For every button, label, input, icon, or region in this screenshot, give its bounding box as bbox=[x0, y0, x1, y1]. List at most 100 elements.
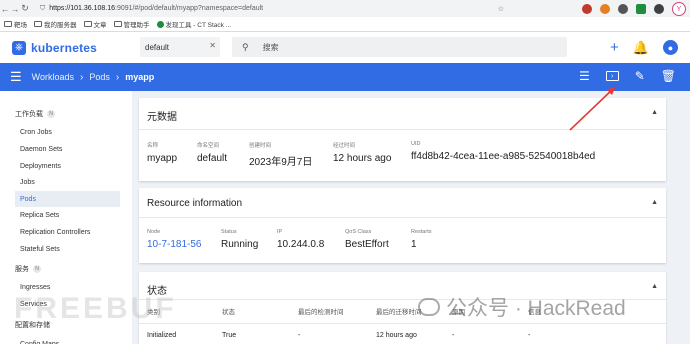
collapse-icon[interactable]: ▲ bbox=[651, 199, 658, 206]
bookmarks-bar: 靶场 我的服务器 文章 管理助手 发现工具 - CT Stack ... bbox=[0, 17, 690, 32]
field-uid: UID ff4d8b42-4cea-11ee-a985-52540018b4ed bbox=[411, 141, 595, 162]
sidebar-item-replication-controllers[interactable]: Replication Controllers bbox=[17, 224, 122, 240]
card-title: 元数据 bbox=[147, 112, 177, 123]
sidebar-item-daemon-sets[interactable]: Daemon Sets bbox=[17, 141, 122, 157]
field-label: Node bbox=[147, 229, 161, 235]
security-icon: ⛉ bbox=[40, 4, 46, 12]
bookmark-item[interactable]: 文章 bbox=[83, 19, 107, 29]
chevron-right-icon: › bbox=[115, 71, 120, 83]
folder-icon bbox=[4, 21, 12, 27]
address-field[interactable]: ⛉ https://101.36.108.16 :9091/#/pod/defa… bbox=[40, 5, 263, 13]
search-input[interactable]: ⚲ 搜索 bbox=[232, 37, 567, 57]
extension-icon[interactable] bbox=[636, 4, 646, 14]
field-value: 12 hours ago bbox=[333, 153, 392, 164]
bookmark-label: 发现工具 - CT Stack ... bbox=[165, 22, 232, 29]
annotation-arrow bbox=[569, 86, 616, 131]
extension-icon[interactable] bbox=[600, 4, 610, 14]
collapse-icon[interactable]: ▲ bbox=[651, 109, 658, 116]
breadcrumb-workloads[interactable]: Workloads bbox=[32, 72, 74, 82]
bell-icon[interactable]: 🔔 bbox=[633, 40, 649, 56]
table-cell: Initialized bbox=[147, 332, 177, 339]
folder-icon bbox=[83, 21, 92, 27]
collapse-icon[interactable]: ▲ bbox=[651, 283, 658, 290]
bookmark-star-icon[interactable]: ☆ bbox=[498, 5, 504, 13]
namespace-badge: N bbox=[33, 265, 41, 273]
extension-icon[interactable] bbox=[582, 4, 592, 14]
sidebar-item-cron-jobs[interactable]: Cron Jobs bbox=[17, 124, 122, 140]
field-value: BestEffort bbox=[345, 239, 389, 250]
column-header-last-transition: 最后的迁移时间 bbox=[376, 309, 422, 316]
sidebar-item-pods[interactable]: Pods bbox=[15, 191, 120, 207]
breadcrumb-current: myapp bbox=[125, 72, 155, 82]
table-cell: True bbox=[222, 332, 237, 339]
browser-url-bar: ← → ↻ ⛉ https://101.36.108.16 :9091/#/po… bbox=[0, 0, 690, 17]
extension-icon[interactable] bbox=[654, 4, 664, 14]
table-cell: - bbox=[298, 332, 301, 339]
field-node: Node 10-7-181-56 bbox=[147, 229, 201, 250]
card-title: Resource information bbox=[147, 198, 243, 209]
logs-icon[interactable]: ☰ bbox=[579, 69, 590, 83]
field-name: 名称 myapp bbox=[147, 141, 177, 164]
edit-icon[interactable]: ✎ bbox=[635, 69, 645, 83]
field-status: Status Running bbox=[221, 229, 258, 250]
create-icon[interactable]: + bbox=[610, 39, 619, 56]
namespace-badge: N bbox=[47, 110, 55, 118]
url-path: :9091/#/pod/default/myapp?namespace=defa… bbox=[115, 5, 264, 12]
sidebar-item-replica-sets[interactable]: Replica Sets bbox=[17, 207, 122, 223]
user-avatar-icon[interactable]: ● bbox=[663, 40, 678, 55]
exec-shell-icon[interactable]: › bbox=[605, 71, 619, 81]
field-created: 创建时间 2023年9月7日 bbox=[249, 141, 312, 168]
field-label: Status bbox=[221, 229, 237, 235]
bookmark-label: 管理助手 bbox=[123, 22, 150, 29]
table-cell: - bbox=[452, 332, 455, 339]
field-label: 名称 bbox=[147, 143, 159, 149]
bookmark-item[interactable]: 管理助手 bbox=[113, 19, 150, 29]
field-value: ff4d8b42-4cea-11ee-a985-52540018b4ed bbox=[411, 151, 596, 162]
kubernetes-logo[interactable]: ⎈ kubernetes bbox=[12, 40, 97, 55]
field-label: 创建时间 bbox=[249, 143, 272, 149]
field-ip: IP 10.244.0.8 bbox=[277, 229, 324, 250]
sidebar-item-deployments[interactable]: Deployments bbox=[17, 158, 122, 174]
field-age: 经过时间 12 hours ago bbox=[333, 141, 391, 164]
namespace-selector[interactable]: default ✕ bbox=[140, 37, 220, 57]
field-value: 2023年9月7日 bbox=[249, 157, 313, 168]
field-value: 1 bbox=[411, 239, 417, 250]
chevron-right-icon: › bbox=[80, 71, 84, 83]
kubernetes-wheel-icon: ⎈ bbox=[12, 40, 26, 55]
back-icon[interactable]: ← bbox=[0, 4, 10, 14]
section-label: 服务 bbox=[15, 266, 29, 273]
watermark-right: 公众号 · HackRead bbox=[418, 292, 626, 322]
watermark-left: FREEBUF bbox=[14, 292, 177, 325]
sidebar-item-jobs[interactable]: Jobs bbox=[17, 174, 122, 190]
sidebar-section-services[interactable]: 服务 N bbox=[15, 264, 41, 274]
reload-icon[interactable]: ↻ bbox=[20, 3, 30, 14]
sidebar-item-stateful-sets[interactable]: Stateful Sets bbox=[17, 241, 122, 257]
column-header-status: 状态 bbox=[222, 309, 235, 316]
delete-icon[interactable]: 🗑 bbox=[661, 69, 676, 83]
hamburger-menu-icon[interactable]: ☰ bbox=[10, 69, 22, 85]
field-value: Running bbox=[221, 239, 259, 250]
bookmark-item[interactable]: 我的服务器 bbox=[34, 19, 77, 29]
sidebar-item-config-maps[interactable]: Config Maps bbox=[17, 336, 122, 344]
node-link[interactable]: 10-7-181-56 bbox=[147, 239, 201, 250]
search-icon: ⚲ bbox=[242, 41, 249, 52]
table-cell: - bbox=[528, 332, 531, 339]
field-value: 10.244.0.8 bbox=[277, 239, 325, 250]
breadcrumb-pods[interactable]: Pods bbox=[89, 72, 110, 82]
profile-avatar[interactable]: Y bbox=[672, 2, 686, 16]
folder-icon bbox=[34, 21, 42, 27]
site-icon bbox=[156, 20, 164, 28]
forward-icon[interactable]: → bbox=[10, 4, 20, 14]
extension-icon[interactable] bbox=[618, 4, 628, 14]
field-label: Restarts bbox=[411, 229, 432, 235]
clear-icon[interactable]: ✕ bbox=[209, 41, 216, 50]
sidebar-section-workloads[interactable]: 工作负载 N bbox=[15, 109, 55, 119]
search-placeholder: 搜索 bbox=[262, 42, 279, 52]
bookmark-item[interactable]: 发现工具 - CT Stack ... bbox=[156, 19, 232, 29]
bookmark-label: 我的服务器 bbox=[44, 22, 77, 29]
field-label: IP bbox=[277, 229, 283, 235]
field-restarts: Restarts 1 bbox=[411, 229, 431, 250]
field-label: 命名空间 bbox=[197, 143, 220, 149]
folder-icon bbox=[113, 21, 122, 27]
bookmark-item[interactable]: 靶场 bbox=[4, 19, 27, 29]
